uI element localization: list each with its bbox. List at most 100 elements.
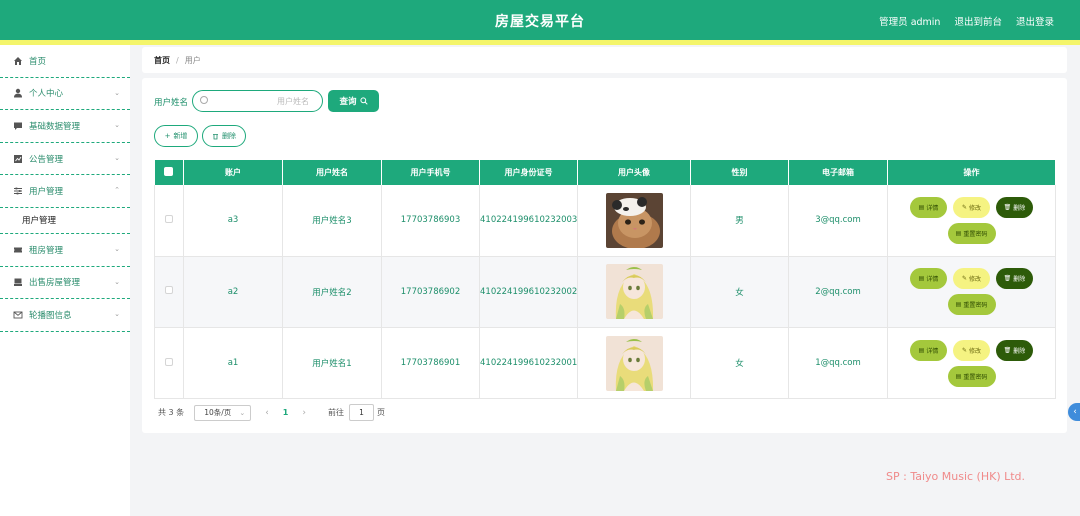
sidebar-subitem-user-management[interactable]: 用户管理 — [0, 208, 130, 234]
search-button-label: 查询 — [339, 97, 357, 107]
sidebar-item-label: 个人中心 — [29, 89, 64, 100]
gender-cell: 女 — [690, 256, 789, 329]
column-header: 性别 — [690, 160, 789, 185]
sidebar-subitem-label: 用户管理 — [22, 216, 57, 227]
page-number[interactable]: 1 — [283, 408, 289, 417]
idcard-cell: 410224199610232003 — [479, 185, 578, 257]
account-cell: a2 — [183, 256, 283, 329]
watermark: SP : Taiyo Music (HK) Ltd. — [886, 470, 1026, 483]
view-button-label: 详情 — [926, 347, 939, 355]
column-header: 用户手机号 — [381, 160, 480, 185]
add-button[interactable]: + 新增 — [154, 125, 198, 147]
row-delete-button[interactable]: 🗑 删除 — [996, 196, 1033, 218]
edit-button-label: 修改 — [969, 347, 982, 355]
reset-password-button[interactable]: ▤ 重置密码 — [947, 222, 996, 244]
sidebar-item-notice[interactable]: 公告管理 ⌄ — [0, 143, 130, 176]
logout-link[interactable]: 退出登录 — [1016, 14, 1054, 28]
row-checkbox[interactable] — [165, 357, 173, 366]
gender-cell: 女 — [690, 327, 789, 400]
avatar[interactable] — [605, 192, 663, 248]
column-header: 用户头像 — [577, 160, 691, 185]
cat-photo-image — [605, 192, 663, 248]
breadcrumb: 首页 / 用户 — [142, 47, 1067, 73]
edit-button[interactable]: ✎ 修改 — [953, 268, 990, 290]
name-cell: 用户姓名1 — [282, 327, 382, 400]
sidebar: 首页 个人中心 ⌄ 基础数据管理 ⌄ 公告管理 ⌄ 用户管理 ⌃ 用户管理 租房… — [0, 45, 130, 516]
breadcrumb-home[interactable]: 首页 — [154, 55, 170, 66]
phone-cell: 17703786903 — [381, 185, 480, 257]
view-button[interactable]: ▤ 详情 — [910, 339, 947, 361]
search-input[interactable] — [213, 93, 317, 109]
reset-password-button[interactable]: ▤ 重置密码 — [947, 294, 996, 316]
search-icon — [200, 96, 208, 104]
page-suffix: 页 — [376, 408, 385, 417]
sidebar-item-rental[interactable]: 租房管理 ⌄ — [0, 234, 130, 267]
row-checkbox[interactable] — [165, 214, 173, 223]
row-select-cell — [154, 327, 184, 400]
sidebar-item-personal-center[interactable]: 个人中心 ⌄ — [0, 78, 130, 111]
sidebar-item-carousel[interactable]: 轮播图信息 ⌄ — [0, 299, 130, 332]
user-table: 账户 用户姓名 用户手机号 用户身份证号 用户头像 性别 电子邮箱 操作 a3 … — [154, 160, 1056, 400]
detail-icon: ▤ — [955, 229, 962, 237]
avatar-cell — [577, 185, 691, 257]
row-checkbox[interactable] — [165, 286, 173, 295]
select-all-checkbox[interactable] — [164, 167, 174, 176]
side-collapse-tab[interactable]: ‹ — [1068, 403, 1080, 421]
sidebar-item-label: 租房管理 — [29, 245, 64, 256]
goto-label: 前往 — [327, 408, 344, 417]
column-header: 操作 — [887, 160, 1056, 185]
phone-cell: 17703786902 — [381, 256, 480, 329]
search-box — [192, 90, 323, 112]
chart-icon — [13, 154, 23, 164]
edit-button[interactable]: ✎ 修改 — [953, 339, 990, 361]
sidebar-item-label: 用户管理 — [29, 187, 64, 198]
prev-page-icon[interactable]: ‹ — [265, 408, 269, 418]
chevron-down-icon: ⌄ — [239, 408, 246, 417]
column-header: 用户姓名 — [282, 160, 382, 185]
delete-button-label: 删除 — [222, 132, 236, 140]
goto-page-input[interactable] — [348, 404, 374, 421]
row-delete-button[interactable]: 🗑 删除 — [996, 268, 1033, 290]
chevron-down-icon: ⌄ — [114, 310, 120, 319]
view-button[interactable]: ▤ 详情 — [910, 268, 947, 290]
delete-button[interactable]: 删除 — [202, 125, 246, 147]
avatar[interactable] — [605, 335, 663, 391]
account-cell: a3 — [183, 185, 283, 257]
detail-icon: ▤ — [918, 346, 925, 354]
avatar[interactable] — [605, 264, 663, 320]
back-to-front-link[interactable]: 退出到前台 — [954, 14, 1002, 28]
gender-cell: 男 — [690, 185, 789, 257]
row-delete-button-label: 删除 — [1013, 347, 1026, 355]
top-links: 管理员 admin 退出到前台 退出登录 — [879, 14, 1054, 28]
search-button[interactable]: 查询 — [328, 90, 379, 112]
trash-icon: 🗑 — [1003, 275, 1012, 283]
account-cell: a1 — [183, 327, 283, 400]
plus-icon: + — [164, 132, 171, 140]
sidebar-item-user-management[interactable]: 用户管理 ⌃ — [0, 175, 130, 208]
email-cell: 3@qq.com — [788, 185, 888, 257]
user-icon — [13, 88, 23, 98]
breadcrumb-current: 用户 — [184, 55, 201, 65]
operations-cell: ▤ 详情 ✎ 修改 🗑 删除 ▤ 重置密码 — [887, 185, 1056, 257]
reset-password-button[interactable]: ▤ 重置密码 — [947, 365, 996, 387]
home-icon — [13, 56, 23, 66]
column-header: 用户身份证号 — [479, 160, 578, 185]
view-button-label: 详情 — [926, 204, 939, 212]
column-header: 账户 — [183, 160, 283, 185]
admin-user-link[interactable]: 管理员 admin — [879, 14, 940, 28]
sidebar-item-label: 基础数据管理 — [29, 121, 81, 132]
sidebar-item-home[interactable]: 首页 — [0, 45, 130, 78]
sidebar-item-house-sale[interactable]: 出售房屋管理 ⌄ — [0, 267, 130, 300]
pencil-icon: ✎ — [961, 203, 967, 211]
view-button-label: 详情 — [926, 276, 939, 284]
sidebar-item-basic-data[interactable]: 基础数据管理 ⌄ — [0, 110, 130, 143]
email-cell: 1@qq.com — [788, 327, 888, 400]
table-header-row: 账户 用户姓名 用户手机号 用户身份证号 用户头像 性别 电子邮箱 操作 — [154, 160, 1056, 185]
row-delete-button[interactable]: 🗑 删除 — [996, 339, 1033, 361]
page-size-select[interactable]: 10条/页 ⌄ — [194, 404, 252, 421]
view-button[interactable]: ▤ 详情 — [910, 196, 947, 218]
edit-button[interactable]: ✎ 修改 — [953, 196, 990, 218]
edit-button-label: 修改 — [969, 204, 982, 212]
next-page-icon[interactable]: › — [302, 408, 306, 418]
sidebar-item-label: 首页 — [29, 56, 47, 67]
